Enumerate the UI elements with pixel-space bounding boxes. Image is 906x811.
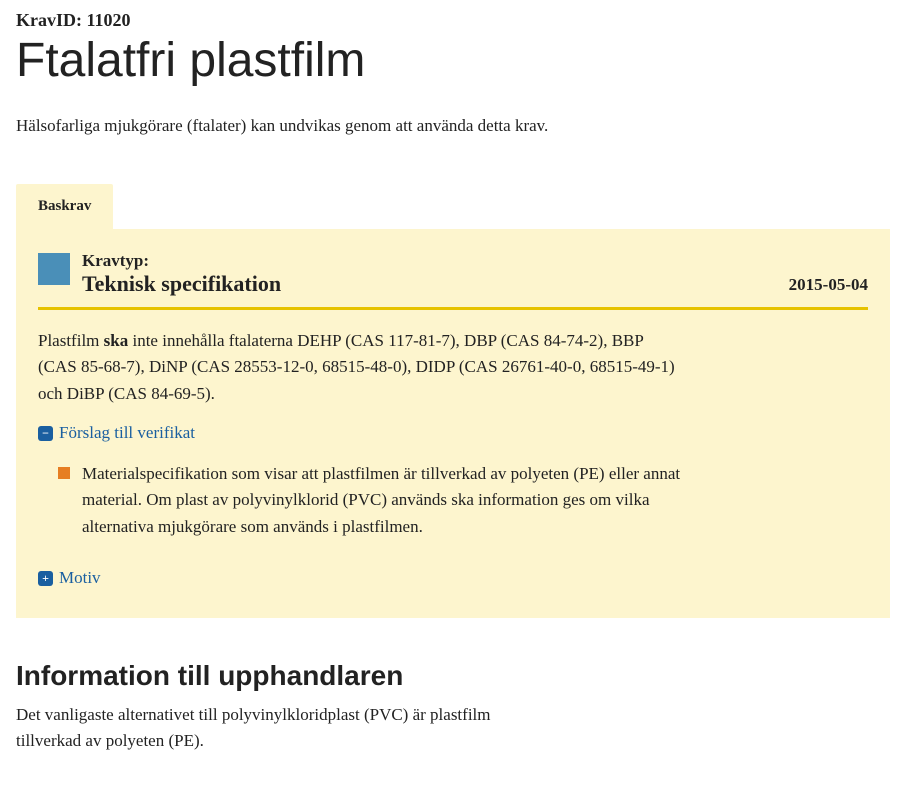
bullet-square-icon <box>58 467 70 479</box>
info-section-title: Information till upphandlaren <box>16 660 890 692</box>
toggle-motiv-label: Motiv <box>59 568 101 588</box>
tab-bar: Baskrav <box>16 184 890 229</box>
page-title: Ftalatfri plastfilm <box>16 33 890 88</box>
body-bold: ska <box>104 331 129 350</box>
intro-text: Hälsofarliga mjukgörare (ftalater) kan u… <box>16 116 890 136</box>
kravtyp-value: Teknisk specifikation <box>82 271 777 297</box>
toggle-verifikat-label: Förslag till verifikat <box>59 423 195 443</box>
krav-id-label: KravID: <box>16 10 82 30</box>
toggle-verifikat[interactable]: − Förslag till verifikat <box>38 423 868 443</box>
body-post: inte innehålla ftalaterna DEHP (CAS 117-… <box>38 331 675 403</box>
requirement-panel: Kravtyp: Teknisk specifikation 2015-05-0… <box>16 229 890 618</box>
header-text-group: Kravtyp: Teknisk specifikation <box>82 251 777 297</box>
category-square-icon <box>38 253 70 285</box>
requirement-date: 2015-05-04 <box>789 275 868 297</box>
requirement-body: Plastfilm ska inte innehålla ftalaterna … <box>38 328 678 407</box>
krav-id-value: 11020 <box>87 10 131 30</box>
body-pre: Plastfilm <box>38 331 104 350</box>
verifikat-content: Materialspecifikation som visar att plas… <box>38 461 868 540</box>
tab-baskrav[interactable]: Baskrav <box>16 184 113 229</box>
krav-id: KravID: 11020 <box>16 10 890 31</box>
bullet-text: Materialspecifikation som visar att plas… <box>82 461 682 540</box>
plus-icon: + <box>38 571 53 586</box>
panel-header: Kravtyp: Teknisk specifikation 2015-05-0… <box>38 251 868 310</box>
kravtyp-label: Kravtyp: <box>82 251 777 271</box>
info-section-body: Det vanligaste alternativet till polyvin… <box>16 702 556 755</box>
minus-icon: − <box>38 426 53 441</box>
toggle-motiv[interactable]: + Motiv <box>38 568 868 588</box>
